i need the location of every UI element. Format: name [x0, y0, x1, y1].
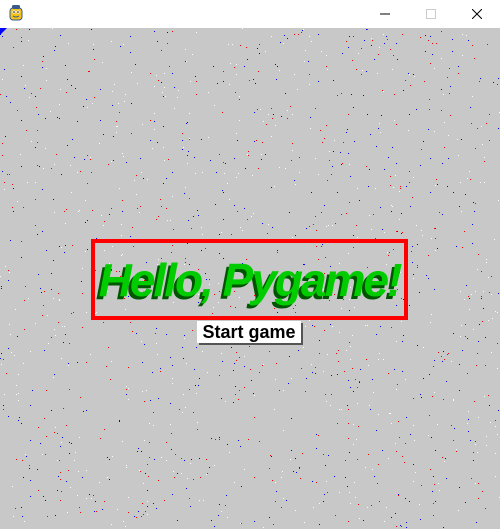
corner-marker: [0, 28, 7, 35]
minimize-button[interactable]: [362, 0, 408, 28]
title-bar[interactable]: [0, 0, 500, 28]
close-button[interactable]: [454, 0, 500, 28]
game-window: Hello, Pygame! Start game: [0, 0, 500, 529]
start-game-button[interactable]: Start game: [197, 321, 301, 343]
close-icon: [472, 9, 482, 19]
maximize-button[interactable]: [408, 0, 454, 28]
pygame-snake-icon: [9, 5, 23, 21]
game-surface[interactable]: Hello, Pygame! Start game: [0, 28, 500, 529]
minimize-icon: [380, 13, 390, 15]
maximize-icon: [426, 9, 436, 19]
game-title: Hello, Pygame!: [98, 253, 403, 306]
title-frame: Hello, Pygame!: [91, 239, 408, 320]
